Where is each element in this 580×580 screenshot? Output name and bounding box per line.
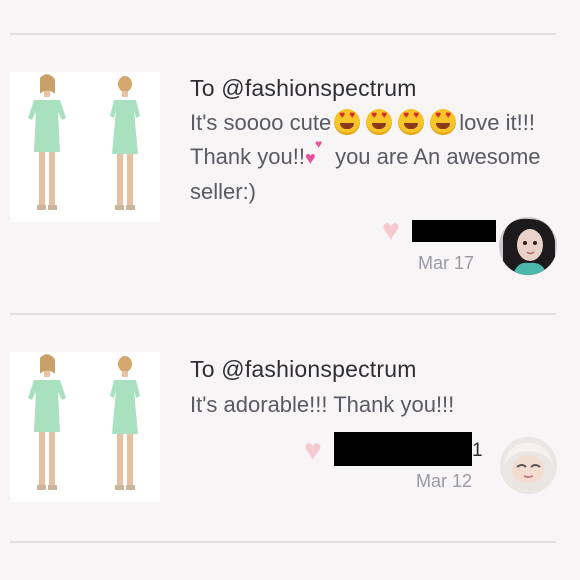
product-photo[interactable]: [10, 352, 160, 502]
review-date: Mar 12: [416, 471, 473, 491]
review-title: To @fashionspectrum: [190, 356, 417, 382]
review-text-part: It's adorable!!! Thank you!!!: [190, 392, 455, 417]
user-avatar-image: [500, 437, 557, 494]
redacted-username: [334, 432, 472, 466]
divider-bottom: [10, 541, 556, 543]
avatar[interactable]: [500, 437, 557, 494]
dress-model-image: [10, 352, 160, 502]
username-fragment: 1: [472, 440, 483, 461]
review-text: It's adorable!!! Thank you!!!: [190, 388, 550, 422]
heart-icon[interactable]: ♥: [304, 436, 322, 466]
review-item: To @fashionspectrum It's adorable!!! Tha…: [0, 0, 580, 540]
